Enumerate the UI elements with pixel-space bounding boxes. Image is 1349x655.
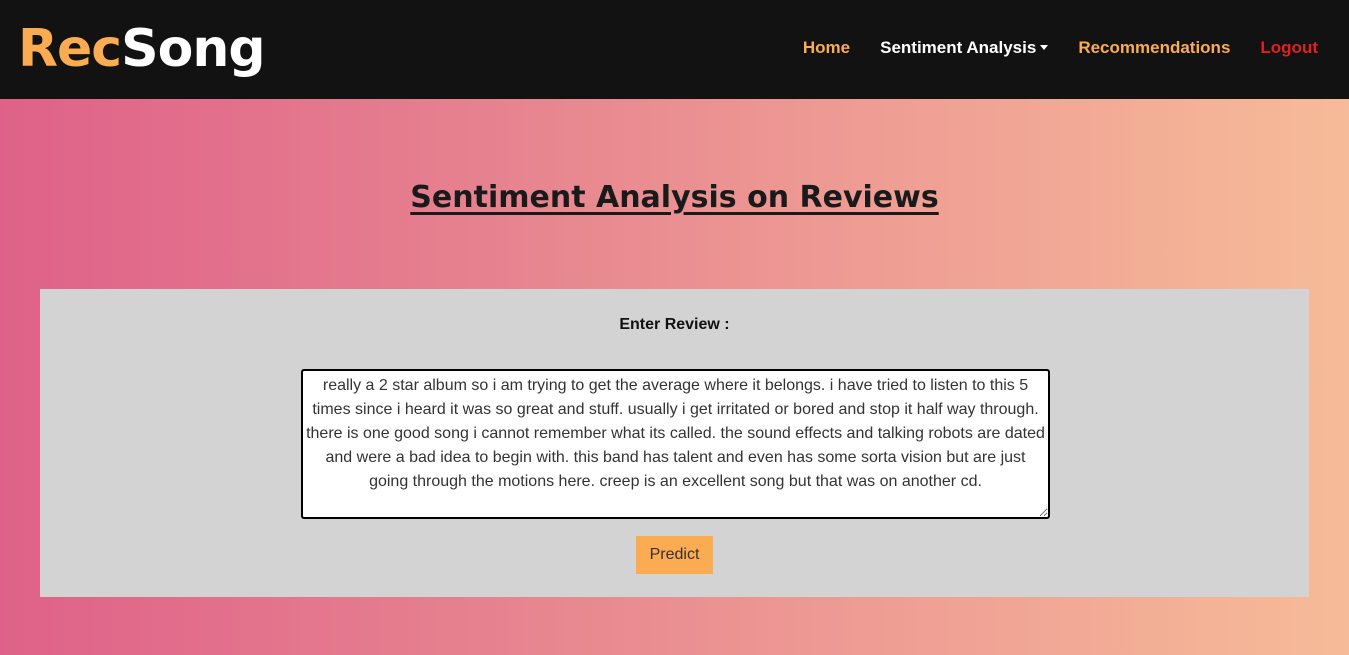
review-textarea[interactable]: really a 2 star album so i am trying to … <box>301 369 1050 519</box>
caret-down-icon <box>1040 44 1049 50</box>
nav-sentiment-analysis-dropdown[interactable]: Sentiment Analysis <box>880 37 1049 59</box>
brand-logo-song: Song <box>121 19 265 79</box>
review-label: Enter Review : <box>619 316 730 333</box>
main-content: Sentiment Analysis on Reviews Enter Revi… <box>0 99 1349 655</box>
page-title: Sentiment Analysis on Reviews <box>410 180 939 215</box>
predict-button[interactable]: Predict <box>636 536 713 574</box>
nav-menu: Home Sentiment Analysis Recommendations … <box>803 37 1318 59</box>
brand-logo[interactable]: RecSong <box>18 18 266 80</box>
nav-recommendations-link[interactable]: Recommendations <box>1078 37 1230 59</box>
review-form-panel: Enter Review : really a 2 star album so … <box>40 289 1309 597</box>
brand-logo-rec: Rec <box>18 19 122 79</box>
nav-logout-link[interactable]: Logout <box>1260 37 1318 59</box>
nav-sentiment-analysis-label: Sentiment Analysis <box>880 38 1037 57</box>
nav-home-link[interactable]: Home <box>803 37 850 59</box>
navbar: RecSong Home Sentiment Analysis Recommen… <box>0 0 1349 99</box>
